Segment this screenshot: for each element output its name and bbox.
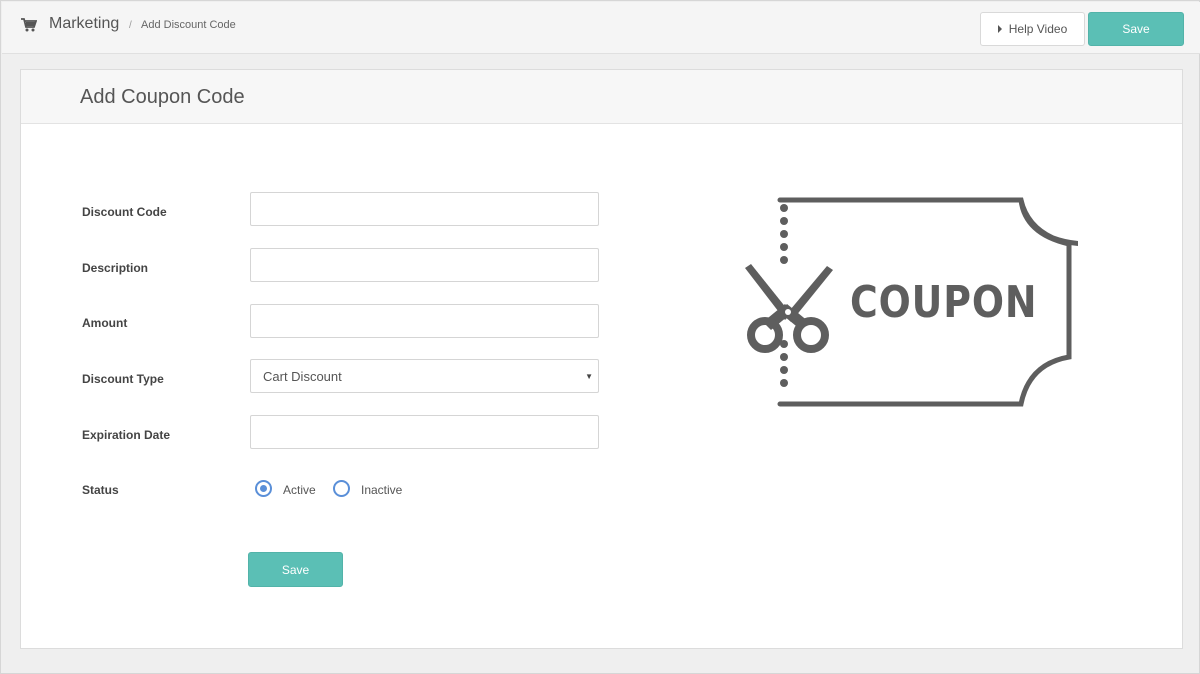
- shopping-cart-icon: [21, 18, 37, 32]
- play-triangle-icon: [997, 25, 1002, 33]
- description-label: Description: [82, 261, 149, 275]
- discount-type-label: Discount Type: [82, 372, 164, 386]
- save-button[interactable]: Save: [248, 552, 343, 587]
- save-button-top[interactable]: Save: [1088, 12, 1184, 46]
- status-active-radio[interactable]: [255, 480, 272, 497]
- coupon-illustration-text: COUPON: [850, 277, 1038, 328]
- status-label: Status: [82, 483, 119, 497]
- amount-input[interactable]: [250, 304, 599, 338]
- discount-code-input[interactable]: [250, 192, 599, 226]
- help-video-label: Help Video: [1008, 22, 1068, 36]
- status-active-label[interactable]: Active: [283, 483, 316, 497]
- discount-type-value: Cart Discount: [263, 368, 342, 384]
- caret-down-icon: ▼: [585, 372, 593, 381]
- description-input[interactable]: [250, 248, 599, 282]
- expiration-date-label: Expiration Date: [82, 428, 171, 442]
- breadcrumb-section[interactable]: Marketing: [49, 15, 119, 33]
- panel-header: Add Coupon Code: [21, 70, 1182, 124]
- discount-type-select[interactable]: Cart Discount ▼: [250, 359, 599, 393]
- app-window: Marketing / Add Discount Code Help Video…: [0, 0, 1200, 674]
- expiration-date-input[interactable]: [250, 415, 599, 449]
- status-inactive-label[interactable]: Inactive: [361, 483, 402, 497]
- help-video-button[interactable]: Help Video: [980, 12, 1085, 46]
- page-title: Add Coupon Code: [80, 86, 245, 108]
- status-inactive-radio[interactable]: [333, 480, 350, 497]
- discount-code-label: Discount Code: [82, 205, 167, 219]
- breadcrumb-current: Add Discount Code: [141, 19, 236, 31]
- top-bar: Marketing / Add Discount Code Help Video…: [2, 2, 1200, 54]
- coupon-panel: Add Coupon Code Discount Code Descriptio…: [20, 69, 1183, 649]
- breadcrumb-separator: /: [129, 20, 132, 31]
- amount-label: Amount: [82, 316, 128, 330]
